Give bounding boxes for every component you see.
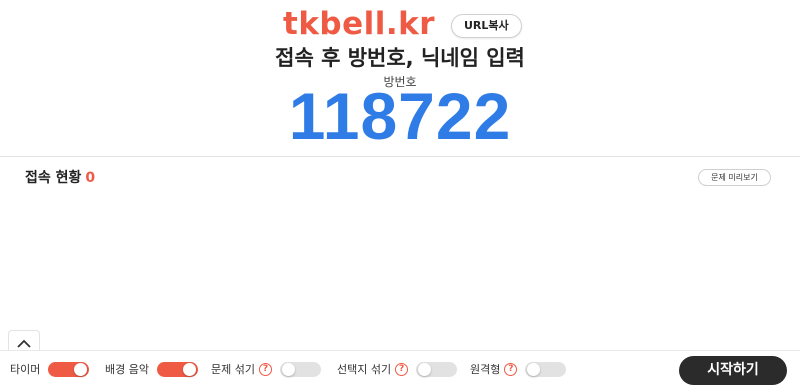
help-icon[interactable]: ? <box>395 362 409 376</box>
toggle-knob <box>418 362 432 376</box>
remote-mode-toggle[interactable] <box>525 361 567 377</box>
option-timer: 타이머 <box>10 351 90 386</box>
connection-status-label: 접속 현황 <box>25 170 82 186</box>
shuffle-choices-toggle[interactable] <box>416 361 458 377</box>
header: tkbell.kr URL복사 <box>0 6 800 46</box>
url-copy-button[interactable]: URL복사 <box>451 14 522 38</box>
connection-status: 접속 현황 0 <box>25 167 95 187</box>
chevron-up-icon <box>17 339 31 348</box>
option-label: 타이머 <box>10 363 41 376</box>
timer-toggle[interactable] <box>48 361 90 377</box>
connection-count: 0 <box>85 170 96 186</box>
option-remote-mode: 원격형 ? <box>470 351 567 386</box>
brand-logo: tkbell.kr <box>283 6 436 42</box>
toggle-knob <box>182 362 196 376</box>
help-icon[interactable]: ? <box>258 362 272 376</box>
divider <box>0 156 800 157</box>
option-background-music: 배경 음악 <box>105 351 198 386</box>
preview-questions-button[interactable]: 문제 미리보기 <box>698 169 771 186</box>
option-label: 배경 음악 <box>105 363 149 376</box>
toggle-knob <box>527 362 541 376</box>
join-instruction: 접속 후 방번호, 닉네임 입력 <box>275 46 525 70</box>
shuffle-questions-toggle[interactable] <box>279 361 321 377</box>
option-shuffle-questions: 문제 섞기 ? <box>211 351 321 386</box>
start-button[interactable]: 시작하기 <box>679 356 787 385</box>
background-music-toggle[interactable] <box>156 361 198 377</box>
toggle-knob <box>281 362 295 376</box>
option-label: 원격형 <box>470 363 501 376</box>
help-icon[interactable]: ? <box>504 362 518 376</box>
option-label: 선택지 섞기 <box>337 363 392 376</box>
option-shuffle-choices: 선택지 섞기 ? <box>337 351 458 386</box>
room-number: 118722 <box>288 79 512 153</box>
toggle-knob <box>74 362 88 376</box>
page: tkbell.kr URL복사 접속 후 방번호, 닉네임 입력 방번호 118… <box>0 0 800 386</box>
option-label: 문제 섞기 <box>211 363 255 376</box>
